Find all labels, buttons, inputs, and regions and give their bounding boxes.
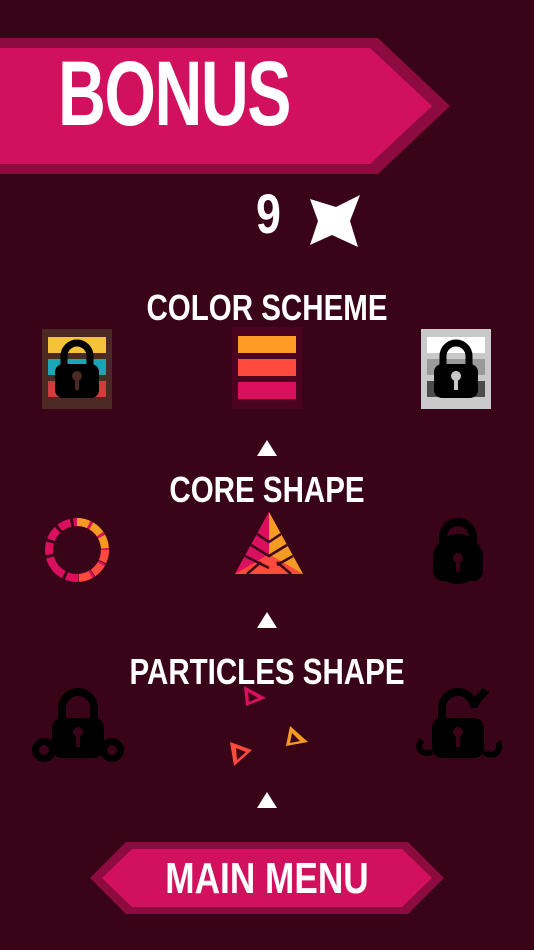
particles-shape-option-selected[interactable] <box>224 680 316 772</box>
lock-icon[interactable] <box>427 515 489 585</box>
page-title: BONUS <box>58 43 291 145</box>
triangle-up-icon[interactable] <box>257 440 277 456</box>
color-scheme-option-selected[interactable] <box>232 327 302 409</box>
color-swatch-stack <box>238 336 296 399</box>
particle-triangle <box>230 742 252 766</box>
particle-triangle <box>244 686 266 706</box>
main-menu-button[interactable] <box>90 842 444 914</box>
core-shape-option-ring[interactable] <box>44 517 110 583</box>
color-scheme-option-left-locked[interactable] <box>42 329 112 409</box>
triangle-up-icon[interactable] <box>257 612 277 628</box>
star-icon <box>310 195 360 247</box>
triangle-up-icon[interactable] <box>257 792 277 808</box>
lock-icon <box>55 339 99 398</box>
color-scheme-option-right-locked[interactable] <box>421 329 491 409</box>
particle-triangle <box>286 726 308 746</box>
particles-shape-option-right-locked[interactable] <box>412 686 504 768</box>
particles-shape-option-left-locked[interactable] <box>32 686 124 768</box>
core-shape-option-selected-triangle[interactable] <box>233 510 305 578</box>
color-scheme-title: COLOR SCHEME <box>146 287 388 328</box>
star-count: 9 <box>256 182 281 245</box>
lock-icon <box>434 339 478 398</box>
core-shape-title: CORE SHAPE <box>169 469 365 510</box>
